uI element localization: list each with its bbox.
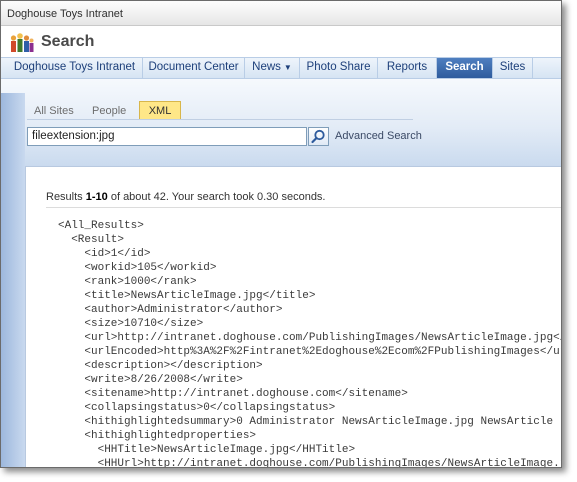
nav-tab-home[interactable]: Doghouse Toys Intranet: [7, 58, 143, 78]
xml-line: <HHUrl>http://intranet.doghouse.com/Publ…: [58, 458, 562, 468]
nav-tab-document-center[interactable]: Document Center: [143, 58, 245, 78]
xml-line: <Result>: [58, 234, 125, 246]
left-accent-strip: [1, 93, 25, 467]
search-input[interactable]: [27, 127, 307, 146]
scope-tab-people[interactable]: People: [92, 102, 126, 120]
search-header-band: [1, 79, 561, 169]
scope-tab-all-sites[interactable]: All Sites: [34, 102, 74, 120]
nav-tab-label: Sites: [499, 61, 526, 73]
nav-tab-label: Document Center: [148, 61, 239, 73]
xml-line: <HHTitle>NewsArticleImage.jpg</HHTitle>: [58, 444, 356, 456]
xml-line: <urlEncoded>http%3A%2F%2Fintranet%2Edogh…: [84, 346, 561, 358]
xml-line: <description></description>: [58, 360, 263, 372]
people-logo-icon: [10, 33, 34, 52]
results-divider: [46, 207, 561, 208]
nav-tab-photo-share[interactable]: Photo Share: [300, 58, 378, 78]
results-prefix: Results: [46, 191, 86, 203]
xml-line: <sitename>http://intranet.doghouse.com</…: [58, 388, 408, 400]
nav-tab-label: Photo Share: [306, 61, 371, 73]
results-suffix: of about 42. Your search took 0.30 secon…: [107, 191, 326, 203]
nav-tab-sites[interactable]: Sites: [493, 58, 533, 78]
search-icon: [311, 129, 325, 144]
nav-tab-label: Reports: [386, 61, 428, 73]
page-title: Search: [41, 33, 95, 50]
chevron-down-icon: ▼: [283, 63, 292, 72]
nav-tab-label: News: [252, 61, 281, 73]
results-range: 1-10: [85, 191, 108, 203]
nav-tab-label: Doghouse Toys Intranet: [13, 61, 136, 73]
site-name-link[interactable]: Doghouse Toys Intranet: [7, 8, 123, 20]
xml-line: <id>1</id>: [58, 248, 151, 260]
search-button[interactable]: [308, 127, 329, 146]
xml-line: <collapsingstatus>0</collapsingstatus>: [58, 402, 336, 414]
nav-tab-reports[interactable]: Reports: [378, 58, 437, 78]
xml-line: <rank>1000</rank>: [58, 276, 197, 288]
xml-line: <author>Administrator</author>: [58, 304, 283, 316]
nav-tab-search[interactable]: Search: [437, 58, 493, 78]
xml-line: <All_Results>: [58, 220, 144, 232]
xml-line: <url>http://intranet.doghouse.com/Publis…: [58, 332, 562, 344]
scope-tab-xml[interactable]: XML: [139, 101, 181, 120]
xml-line: <hithighlightedproperties>: [58, 430, 257, 442]
xml-line: <workid>105</workid>: [58, 262, 217, 274]
nav-tab-news[interactable]: News ▼: [245, 58, 300, 78]
scope-divider: [27, 119, 413, 120]
nav-tab-label: Search: [445, 61, 484, 73]
xml-line: <hithighlightedsummary>0 Administrator N…: [58, 416, 554, 428]
advanced-search-link[interactable]: Advanced Search: [335, 130, 422, 142]
top-bar: Doghouse Toys Intranet: [1, 1, 561, 26]
search-page: Doghouse Toys Intranet Search Doghouse T…: [0, 0, 562, 468]
xml-line: <title>NewsArticleImage.jpg</title>: [58, 290, 316, 302]
xml-line: <size>10710</size>: [58, 318, 204, 330]
xml-line: <write>8/26/2008</write>: [58, 374, 243, 386]
results-summary: Results 1-10 of about 42. Your search to…: [46, 191, 326, 203]
